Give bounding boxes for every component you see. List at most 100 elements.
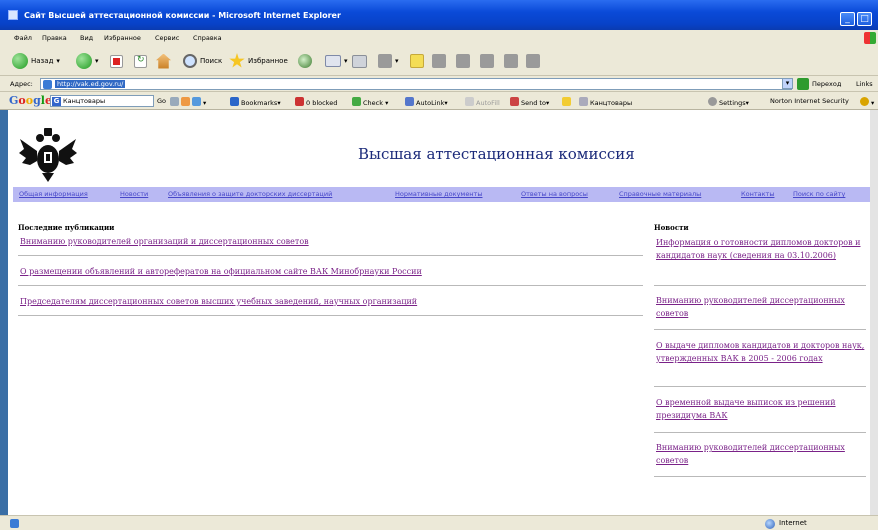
menu-tools[interactable]: Сервис	[155, 34, 179, 42]
favorites-button[interactable]: Избранное	[229, 51, 288, 71]
minimize-button[interactable]: _	[840, 12, 855, 26]
back-button[interactable]: Назад ▾	[12, 51, 60, 71]
media-button[interactable]	[298, 51, 312, 71]
nav-regulations[interactable]: Нормативные документы	[395, 190, 482, 198]
settings-button[interactable]: Settings▾	[708, 97, 749, 107]
news-divider	[654, 329, 866, 330]
mail-dropdown-icon[interactable]: ▾	[344, 57, 348, 65]
stop-icon	[110, 54, 123, 68]
go-button[interactable]: Переход	[812, 80, 841, 88]
page-status-icon	[10, 519, 19, 528]
query-chip-label: Канцтовары	[590, 99, 633, 107]
blocked-label: 0 blocked	[306, 99, 338, 107]
tool-button-2[interactable]	[456, 51, 470, 71]
ie-icon	[8, 10, 18, 20]
printer-icon	[352, 54, 367, 68]
address-bar: Адрес: http://vak.ed.gov.ru/ ▾ Переход L…	[0, 76, 878, 92]
vertical-scrollbar[interactable]	[870, 110, 878, 515]
send-to-button[interactable]: Send to▾	[510, 97, 549, 107]
google-g-icon: G	[52, 97, 61, 106]
tool-button-3[interactable]	[480, 51, 494, 71]
send-to-label: Send to	[521, 99, 546, 107]
query-chip[interactable]: Канцтовары	[579, 97, 632, 107]
check-label: Check	[363, 99, 383, 107]
norton-icon[interactable]: ▾	[860, 97, 874, 107]
news-link[interactable]: О временной выдаче выписок из решений пр…	[656, 396, 866, 422]
search-button[interactable]: Поиск	[183, 51, 222, 71]
nav-faq[interactable]: Ответы на вопросы	[521, 190, 588, 198]
status-bar: Internet	[0, 515, 878, 530]
tool-icon-4	[504, 54, 518, 68]
menu-favorites[interactable]: Избранное	[104, 34, 141, 42]
menu-view[interactable]: Вид	[80, 34, 93, 42]
nav-contacts[interactable]: Контакты	[741, 190, 774, 198]
google-extra-icons[interactable]: ▾	[170, 97, 206, 107]
search-label: Поиск	[200, 57, 223, 65]
nav-reference[interactable]: Справочные материалы	[619, 190, 701, 198]
window-titlebar[interactable]: Сайт Высшей аттестационной комиссии - Mi…	[0, 0, 878, 30]
options-icon	[192, 97, 201, 106]
news-divider	[654, 285, 866, 286]
home-icon	[156, 53, 171, 69]
tool-icon-3	[480, 54, 494, 68]
media-icon	[298, 54, 312, 68]
highlight-button[interactable]	[562, 97, 573, 107]
forward-button[interactable]: ▾	[76, 51, 99, 71]
nav-general-info[interactable]: Общая информация	[19, 190, 88, 198]
tool-icon-5	[526, 54, 540, 68]
pagerank-icon	[170, 97, 179, 106]
nav-defense-announcements[interactable]: Объявления о защите докторских диссертац…	[168, 190, 332, 198]
news-link[interactable]: Вниманию руководителей диссертационных с…	[656, 441, 866, 467]
address-dropdown-icon[interactable]: ▾	[782, 78, 793, 89]
publication-link[interactable]: Председателям диссертационных советов вы…	[20, 297, 417, 306]
maximize-button[interactable]: □	[857, 12, 872, 26]
security-zone: Internet	[779, 519, 807, 527]
windows-logo-icon	[864, 32, 876, 44]
google-search-input[interactable]: G Канцтовары	[50, 95, 154, 107]
menu-help[interactable]: Справка	[193, 34, 222, 42]
google-logo[interactable]: Google	[9, 94, 52, 107]
back-dropdown-icon[interactable]: ▾	[56, 57, 60, 65]
tool-button-5[interactable]	[526, 51, 540, 71]
settings-icon	[708, 97, 717, 106]
edit-button[interactable]: ▾	[378, 51, 399, 71]
nav-site-search[interactable]: Поиск по сайту	[793, 190, 845, 198]
site-nav: Общая информация Новости Объявления о за…	[13, 187, 870, 202]
publication-link[interactable]: О размещении объявлений и авторефератов …	[20, 267, 422, 276]
address-url[interactable]: http://vak.ed.gov.ru/	[55, 80, 126, 88]
internet-zone-icon	[765, 519, 775, 529]
tool-button-1[interactable]	[432, 51, 446, 71]
print-button[interactable]	[352, 51, 367, 71]
refresh-button[interactable]	[134, 51, 147, 71]
back-label: Назад	[31, 57, 54, 65]
norton-button[interactable]: Norton Internet Security	[770, 97, 849, 105]
nav-news[interactable]: Новости	[120, 190, 148, 198]
popup-blocker-button[interactable]: 0 blocked	[295, 97, 337, 107]
stop-button[interactable]	[110, 51, 123, 71]
links-button[interactable]: Links	[856, 80, 873, 88]
spell-check-button[interactable]: Check ▾	[352, 97, 388, 107]
home-button[interactable]	[156, 51, 171, 71]
menu-file[interactable]: Файл	[14, 34, 32, 42]
publication-link[interactable]: Вниманию руководителей организаций и дис…	[20, 237, 309, 246]
standard-toolbar: Назад ▾ ▾ Поиск Избранное ▾ ▾	[0, 46, 878, 76]
news-link[interactable]: Информация о готовности дипломов докторо…	[656, 236, 866, 262]
news-link[interactable]: О выдаче дипломов кандидатов и докторов …	[656, 339, 866, 365]
tool-icon-2	[456, 54, 470, 68]
forward-dropdown-icon[interactable]: ▾	[95, 57, 99, 65]
edit-dropdown-icon[interactable]: ▾	[395, 57, 399, 65]
news-link[interactable]: Вниманию руководителей диссертационных с…	[656, 294, 866, 320]
mail-button[interactable]: ▾	[325, 51, 348, 71]
autolink-label: AutoLink	[416, 99, 445, 107]
autolink-button[interactable]: AutoLink▾	[405, 97, 448, 107]
autofill-button[interactable]: AutoFill	[465, 97, 500, 107]
go-arrow-icon[interactable]	[797, 78, 809, 90]
send-icon	[510, 97, 519, 106]
address-input[interactable]: http://vak.ed.gov.ru/	[40, 78, 792, 90]
bookmarks-button[interactable]: Bookmarks▾	[230, 97, 281, 107]
tool-button-4[interactable]	[504, 51, 518, 71]
notes-button[interactable]	[410, 51, 424, 71]
tool-icon-1	[432, 54, 446, 68]
menu-edit[interactable]: Правка	[42, 34, 67, 42]
google-go-button[interactable]: Go	[157, 97, 166, 105]
